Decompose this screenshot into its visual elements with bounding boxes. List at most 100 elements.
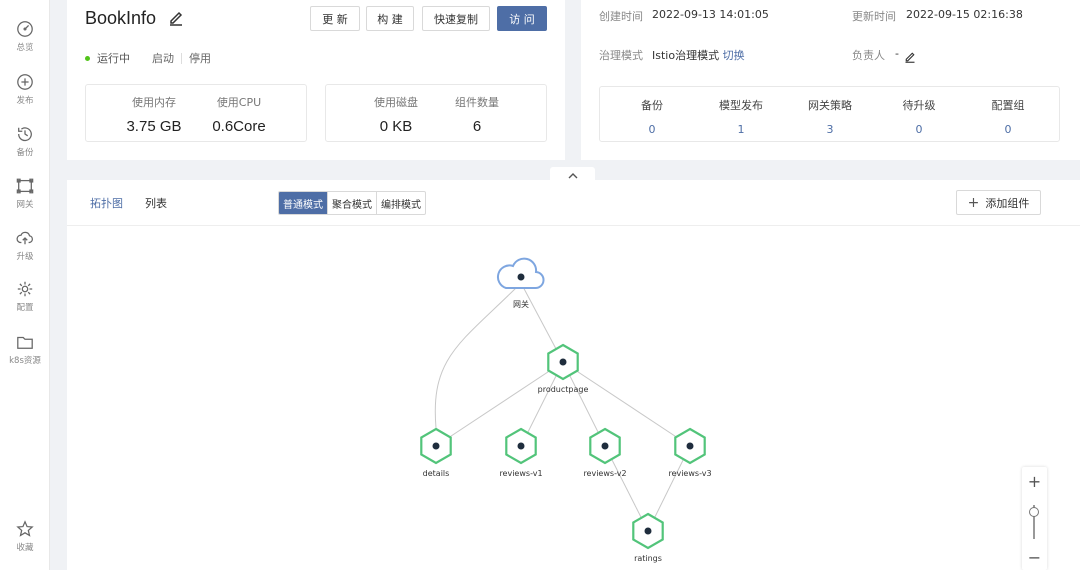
- governance-mode: Istio治理模式: [652, 49, 720, 62]
- build-button[interactable]: 构 建: [366, 6, 414, 31]
- sidebar-item-gateway[interactable]: 网关: [0, 177, 50, 221]
- metric-label: 组件数量: [455, 96, 499, 109]
- switch-link[interactable]: 切换: [723, 49, 745, 62]
- node-label: reviews-v2: [583, 469, 626, 478]
- sidebar-item-label: 升级: [16, 252, 34, 262]
- stop-link[interactable]: 停用: [189, 50, 211, 66]
- zoom-out-button[interactable]: −: [1022, 547, 1047, 567]
- node-label: 网关: [513, 299, 529, 309]
- sidebar-item-label: 收藏: [16, 543, 34, 553]
- components-metric: 组件数量 6: [432, 85, 522, 135]
- service-node-reviews-v1[interactable]: reviews-v1: [499, 427, 543, 478]
- node-label: reviews-v3: [668, 469, 711, 478]
- sidebar-item-publish[interactable]: 发布: [0, 73, 50, 117]
- gateway-node[interactable]: 网关: [496, 257, 545, 309]
- metric-label: 使用内存: [132, 96, 176, 109]
- service-node-productpage[interactable]: productpage: [538, 343, 589, 394]
- zoom-slider-handle[interactable]: [1029, 506, 1039, 517]
- status-dot: [85, 55, 90, 61]
- stat-value[interactable]: 0: [607, 123, 697, 136]
- stat-pending-upgrade[interactable]: 待升级 0: [874, 87, 964, 136]
- node-dot: [517, 442, 525, 450]
- owner-label: 负责人: [852, 49, 885, 62]
- governance-value: Istio治理模式 切换: [652, 47, 745, 63]
- quick-copy-button[interactable]: 快速复制: [422, 6, 490, 31]
- stat-value[interactable]: 3: [785, 123, 875, 136]
- service-node-reviews-v2[interactable]: reviews-v2: [583, 427, 627, 478]
- metric-label: 使用CPU: [216, 96, 262, 109]
- update-button[interactable]: 更 新: [310, 6, 360, 31]
- edit-name-icon[interactable]: [168, 10, 184, 26]
- metric-value: 3.75 GB: [126, 118, 182, 135]
- sidebar: 总览 发布 备份 网关 升级 配置 k8s资源 收藏: [0, 0, 50, 570]
- storage-metrics: 使用磁盘 0 KB 组件数量 6: [325, 84, 547, 142]
- service-node-ratings[interactable]: ratings: [632, 512, 664, 563]
- stat-value[interactable]: 0: [874, 123, 964, 136]
- cloud-icon: [496, 257, 545, 289]
- app-overview-card: BookInfo 更 新 构 建 快速复制 访 问 运行中 启动 停用 使用内存…: [67, 0, 565, 160]
- sidebar-item-label: 备份: [16, 148, 34, 158]
- disk-metric: 使用磁盘 0 KB: [351, 85, 441, 135]
- folder-icon: [17, 336, 33, 349]
- metric-label: 使用磁盘: [374, 96, 418, 109]
- stat-config-group[interactable]: 配置组 0: [963, 87, 1053, 136]
- divider: [181, 52, 182, 64]
- sidebar-item-backup[interactable]: 备份: [0, 125, 50, 169]
- node-dot: [601, 442, 609, 450]
- chevron-up-icon: [568, 172, 577, 178]
- app-info-card: 创建时间 2022-09-13 14:01:05 更新时间 2022-09-15…: [581, 0, 1080, 160]
- stat-backup[interactable]: 备份 0: [607, 87, 697, 136]
- sidebar-item-label: 发布: [16, 96, 34, 106]
- governance-label: 治理模式: [599, 49, 643, 62]
- created-value: 2022-09-13 14:01:05: [652, 8, 769, 21]
- metric-value: 0 KB: [379, 118, 413, 135]
- cpu-metric: 使用CPU 0.6Core: [194, 85, 284, 135]
- metric-value: 0.6Core: [212, 118, 266, 135]
- topology-graph: 网关 productpage details reviews-v1 reviews-v2…: [420, 257, 712, 563]
- stat-label: 待升级: [902, 99, 936, 112]
- topology-edge: [434, 282, 522, 429]
- stat-gateway-policy[interactable]: 网关策略 3: [785, 87, 875, 136]
- node-dot: [517, 273, 525, 281]
- app-name: BookInfo: [85, 8, 157, 28]
- stat-value[interactable]: 1: [696, 123, 786, 136]
- service-node-details[interactable]: details: [420, 427, 452, 478]
- gateway-icon: [16, 178, 34, 194]
- sidebar-item-overview[interactable]: 总览: [0, 20, 50, 64]
- sidebar-item-label: 网关: [16, 200, 34, 210]
- node-label: reviews-v1: [499, 469, 542, 478]
- topology-edge: [562, 361, 691, 447]
- sidebar-item-label: 配置: [16, 303, 34, 313]
- sidebar-item-k8s[interactable]: k8s资源: [0, 333, 50, 377]
- start-link[interactable]: 启动: [152, 50, 174, 66]
- memory-metric: 使用内存 3.75 GB: [109, 85, 199, 135]
- stat-label: 备份: [641, 99, 663, 112]
- stat-label: 模型发布: [719, 99, 763, 112]
- stat-label: 网关策略: [808, 99, 852, 112]
- stat-value[interactable]: 0: [963, 123, 1053, 136]
- compute-metrics: 使用内存 3.75 GB 使用CPU 0.6Core: [85, 84, 307, 142]
- metric-value: 6: [472, 118, 482, 135]
- node-dot: [644, 527, 652, 535]
- status-text: 运行中: [97, 52, 130, 65]
- node-dot: [432, 442, 440, 450]
- owner-value: -: [895, 47, 899, 60]
- sidebar-item-favorite[interactable]: 收藏: [0, 520, 50, 564]
- sidebar-item-label: k8s资源: [9, 356, 41, 366]
- sidebar-item-label: 总览: [16, 43, 34, 53]
- stats-panel: 备份 0 模型发布 1 网关策略 3 待升级 0 配置组 0: [599, 86, 1060, 142]
- stat-label: 配置组: [991, 99, 1025, 112]
- sidebar-item-config[interactable]: 配置: [0, 280, 50, 324]
- node-dot: [686, 442, 694, 450]
- visit-button[interactable]: 访 问: [497, 6, 547, 31]
- publish-icon: [17, 74, 33, 90]
- created-label: 创建时间: [599, 10, 643, 23]
- zoom-control: + −: [1022, 467, 1047, 570]
- sidebar-item-upgrade[interactable]: 升级: [0, 229, 50, 273]
- stat-model-publish[interactable]: 模型发布 1: [696, 87, 786, 136]
- star-icon: [16, 520, 34, 537]
- edit-owner-icon[interactable]: [904, 48, 916, 63]
- node-label: ratings: [634, 554, 662, 563]
- zoom-in-button[interactable]: +: [1022, 471, 1047, 491]
- updated-value: 2022-09-15 02:16:38: [906, 8, 1023, 21]
